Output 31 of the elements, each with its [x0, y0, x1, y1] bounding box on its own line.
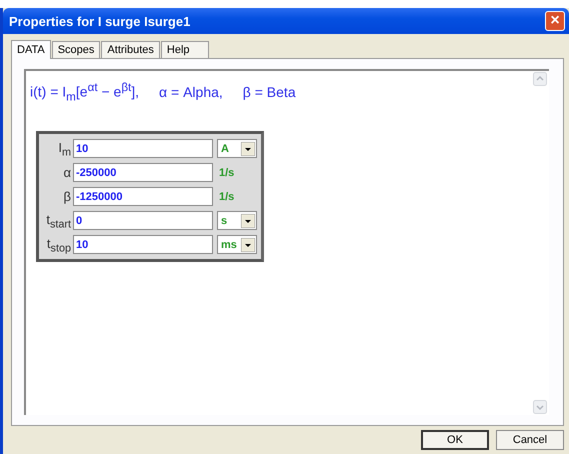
tab[interactable]: Attributes [101, 41, 160, 58]
parameter-label: β [62, 189, 72, 204]
unit-dropdown[interactable]: A [217, 139, 257, 158]
dropdown-arrow-icon [241, 214, 255, 228]
definition-text: β = Beta [242, 84, 296, 100]
parameter-field[interactable]: -250000 [73, 163, 213, 182]
dropdown-arrow-icon [241, 238, 255, 252]
tab[interactable]: Help [160, 41, 209, 58]
definition-text: α = Alpha, [159, 84, 223, 100]
dialog-button[interactable]: Cancel [496, 430, 564, 450]
scroll-down-icon[interactable] [533, 400, 547, 414]
parameter-field[interactable]: 0 [73, 211, 213, 230]
parameter-field[interactable]: 10 [73, 139, 213, 158]
parameter-label: t$_{start}$ [45, 212, 72, 230]
tab[interactable]: DATA [11, 40, 51, 59]
dialog-button[interactable]: OK [421, 430, 489, 450]
parameter-label: I$_{m}$ [57, 140, 72, 158]
unit-label: 1/s [219, 166, 234, 179]
unit-dropdown[interactable]: ms [217, 235, 257, 254]
parameter-field[interactable]: -1250000 [73, 187, 213, 206]
tab[interactable]: Scopes [52, 41, 100, 58]
parameter-label: t$_{stop}$ [46, 236, 72, 254]
parameter-label: α [62, 165, 72, 180]
unit-dropdown[interactable]: s [217, 211, 257, 230]
close-button[interactable]: × [545, 11, 565, 31]
window-title: Properties for I surge Isurge1 [9, 14, 190, 28]
unit-label: 1/s [219, 190, 234, 203]
dropdown-arrow-icon [241, 142, 255, 156]
scroll-up-icon[interactable] [533, 72, 547, 86]
parameter-field[interactable]: 10 [73, 235, 213, 254]
formula-text: i(t) = I$_{m}$[e$^{αt}$ − e$^{βt}$], [30, 81, 140, 104]
